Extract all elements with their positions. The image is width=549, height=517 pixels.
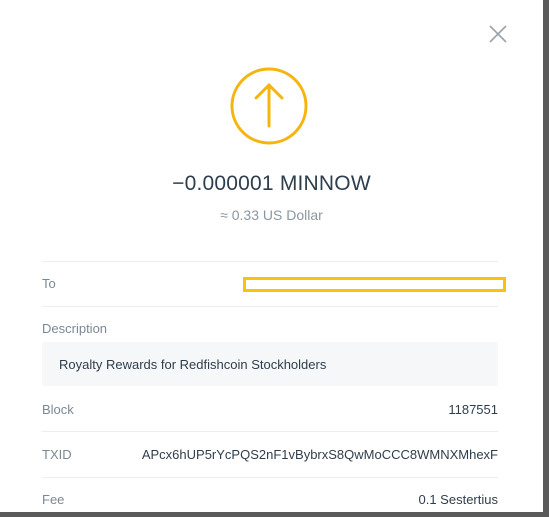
divider (42, 477, 498, 478)
close-button[interactable] (486, 22, 510, 46)
transaction-details-dialog: −0.000001 MINNOW ≈ 0.33 US Dollar To Des… (0, 0, 543, 512)
description-label: Description (42, 321, 108, 336)
close-icon (489, 25, 507, 43)
arrow-up-icon (230, 67, 308, 145)
divider (42, 431, 498, 432)
fiat-value: ≈ 0.33 US Dollar (220, 207, 323, 223)
block-value[interactable]: 1187551 (448, 402, 498, 417)
divider (42, 261, 498, 262)
backdrop-edge (0, 512, 549, 517)
fee-label: Fee (42, 492, 65, 507)
divider (42, 306, 498, 307)
fee-value: 0.1 Sestertius (418, 492, 499, 507)
to-label: To (42, 276, 56, 291)
txid-label: TXID (42, 447, 72, 462)
description-value: Royalty Rewards for Redfishcoin Stockhol… (59, 357, 327, 372)
description-box: Royalty Rewards for Redfishcoin Stockhol… (42, 342, 498, 386)
txid-value[interactable]: APcx6hUP5rYcPQS2nF1vBybrxS8QwMoCCC8WMNXM… (142, 447, 498, 462)
backdrop-edge (543, 0, 549, 517)
transaction-amount: −0.000001 MINNOW (172, 172, 371, 195)
block-label: Block (42, 402, 74, 417)
outgoing-transaction-icon (229, 66, 309, 146)
redacted-recipient-address (243, 277, 506, 292)
